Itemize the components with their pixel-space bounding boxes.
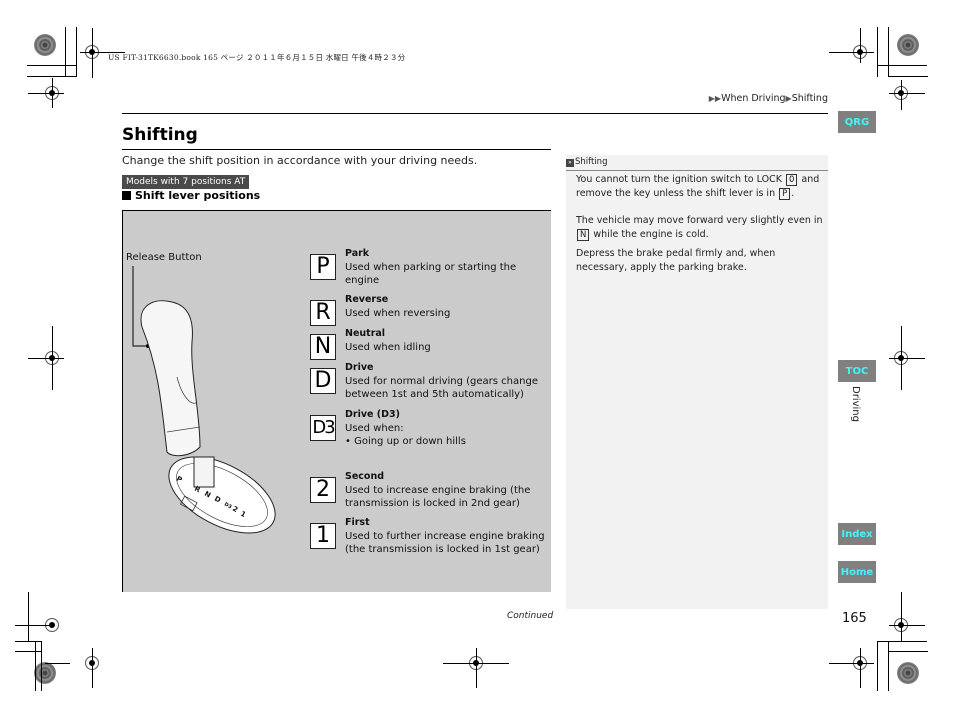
title-rule bbox=[122, 149, 551, 150]
note-heading: » Shifting bbox=[566, 157, 607, 167]
square-bullet-icon bbox=[122, 191, 131, 200]
position-name: Reverse bbox=[345, 294, 389, 305]
bullet-icon: • bbox=[345, 435, 355, 447]
gear-d-icon: D bbox=[310, 368, 336, 394]
registration-swirl-icon bbox=[897, 34, 919, 56]
bullet-item: • Going up or down hills bbox=[345, 436, 545, 449]
gear-n-icon: N bbox=[577, 228, 590, 241]
side-note: » Shifting You cannot turn the ignition s… bbox=[566, 155, 828, 609]
position-desc: Used when: • Going up or down hills bbox=[345, 423, 545, 448]
section-label: Driving bbox=[850, 386, 861, 422]
note-paragraph-3: Depress the brake pedal firmly and, when… bbox=[576, 248, 776, 273]
gear-n-icon: N bbox=[310, 334, 336, 360]
qrg-tab[interactable]: QRG bbox=[838, 111, 876, 133]
note-paragraph-1: You cannot turn the ignition switch to L… bbox=[576, 173, 824, 200]
lock-0-icon: 0 bbox=[785, 174, 798, 186]
position-name: Second bbox=[345, 471, 385, 482]
continued-label: Continued bbox=[507, 611, 554, 621]
lever-shaft bbox=[193, 456, 215, 488]
model-badge: Models with 7 positions AT bbox=[122, 175, 250, 189]
header-rule bbox=[122, 113, 828, 114]
shift-gate-plate bbox=[168, 456, 276, 534]
registration-swirl-icon bbox=[34, 662, 56, 684]
gear-p-icon: P bbox=[779, 187, 791, 200]
position-desc: Used when idling bbox=[345, 342, 431, 353]
subheading: Shift lever positions bbox=[122, 189, 260, 202]
note-heading-text[interactable]: Shifting bbox=[575, 157, 607, 167]
note-text: . bbox=[791, 187, 795, 199]
registration-swirl-icon bbox=[34, 34, 56, 56]
page-title: Shifting bbox=[122, 125, 198, 145]
position-name: Park bbox=[345, 248, 370, 259]
gear-r-icon: R bbox=[310, 300, 336, 326]
position-desc-text: Used when: bbox=[345, 423, 404, 434]
gear-p-icon: P bbox=[310, 254, 336, 280]
bullet-text: Going up or down hills bbox=[354, 435, 466, 447]
position-desc: Used to increase engine braking (the tra… bbox=[345, 485, 531, 509]
print-header: US FIT-31TK6630.book 165 ページ ２０１１年６月１５日 … bbox=[108, 53, 406, 62]
shift-knob bbox=[140, 300, 201, 457]
position-desc: Used when reversing bbox=[345, 308, 451, 319]
gear-1-icon: 1 bbox=[310, 523, 336, 549]
note-paragraph-2: The vehicle may move forward very slight… bbox=[576, 214, 824, 241]
toc-tab[interactable]: TOC bbox=[838, 360, 876, 382]
note-text: while the engine is cold. bbox=[593, 228, 709, 240]
position-name: First bbox=[345, 517, 370, 528]
triangle-right-icon: ▶▶ bbox=[708, 94, 722, 103]
gear-2-icon: 2 bbox=[310, 477, 336, 503]
position-name: Drive (D3) bbox=[345, 409, 400, 420]
position-name: Drive bbox=[345, 362, 374, 373]
intro-text: Change the shift position in accordance … bbox=[122, 154, 478, 167]
page-number: 165 bbox=[842, 611, 867, 626]
shift-lever-illustration: P R N D D3 2 1 bbox=[132, 266, 276, 534]
note-text: You cannot turn the ignition switch to L… bbox=[576, 174, 782, 185]
note-text: The vehicle may move forward very slight… bbox=[576, 215, 823, 226]
position-desc: Used for normal driving (gears change be… bbox=[345, 376, 538, 400]
position-desc: Used when parking or starting the engine bbox=[345, 262, 517, 286]
breadcrumb: ▶▶When Driving▶Shifting bbox=[709, 93, 828, 104]
note-rule bbox=[566, 170, 828, 171]
registration-swirl-icon bbox=[897, 662, 919, 684]
gear-d3-icon: D3 bbox=[310, 415, 336, 441]
breadcrumb-item-shifting[interactable]: Shifting bbox=[792, 93, 828, 104]
breadcrumb-item-when-driving[interactable]: When Driving bbox=[721, 93, 785, 104]
home-tab[interactable]: Home bbox=[838, 561, 876, 583]
position-name: Neutral bbox=[345, 328, 386, 339]
double-chevron-icon: » bbox=[566, 159, 574, 167]
index-tab[interactable]: Index bbox=[838, 523, 876, 545]
subheading-text: Shift lever positions bbox=[135, 189, 261, 202]
position-desc: Used to further increase engine braking … bbox=[345, 531, 545, 555]
